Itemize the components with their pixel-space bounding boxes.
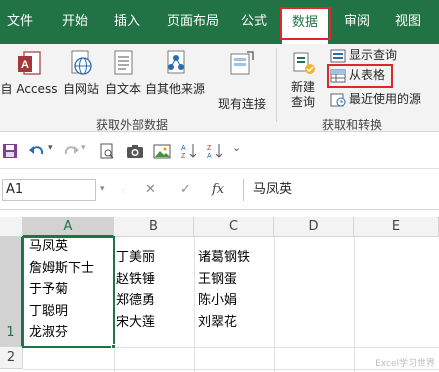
new-query-icon — [293, 52, 315, 74]
tab-file[interactable]: 文件 — [0, 8, 40, 36]
undo-icon[interactable] — [28, 142, 46, 160]
new-query-label-line1: 新建 — [290, 80, 315, 94]
column-header-b[interactable]: B — [114, 217, 194, 237]
cell-c1-line: 刘翠花 — [198, 314, 238, 330]
show-queries-icon — [330, 49, 346, 62]
cell-b1-line: 丁美丽 — [116, 250, 156, 265]
cell-b1-line: 郑德勇 — [116, 293, 156, 308]
tab-page-layout[interactable]: 页面布局 — [158, 8, 228, 36]
tab-insert[interactable]: 插入 — [104, 8, 150, 36]
from-other-sources-button[interactable]: 自其他来源 — [144, 48, 206, 97]
svg-text:Z: Z — [207, 145, 212, 152]
gridline — [274, 237, 275, 372]
svg-text:A: A — [207, 153, 212, 160]
from-web-label: 自网站 — [62, 82, 99, 96]
redo-dropdown-icon[interactable]: ▾ — [81, 143, 86, 161]
from-text-button[interactable]: 自文本 — [102, 48, 144, 97]
new-query-label-line2: 查询 — [290, 95, 315, 109]
from-access-button[interactable]: A 自 Access — [0, 48, 58, 97]
cell-b1[interactable]: 丁美丽 赵铁锤 郑德勇 宋大莲 — [116, 247, 155, 333]
worksheet-grid: A B C D E 1 2 马凤英 詹姆斯下士 于予菊 丁聪明 龙淑芬 丁美丽 … — [0, 217, 439, 372]
screenshot-icon[interactable] — [153, 142, 171, 160]
access-icon: A — [18, 51, 41, 75]
gridline — [354, 237, 355, 372]
cell-c1-line: 诸葛钢铁 — [198, 250, 251, 265]
quick-access-toolbar: ▾ ▾ A Z Z A ⌄ — [0, 133, 439, 169]
more-icon[interactable]: ⌄ — [232, 141, 241, 159]
group-separator — [276, 48, 277, 122]
existing-connections-button[interactable]: 现有连接 — [214, 48, 270, 112]
formula-bar-grip-icon: ⋮ — [121, 188, 125, 193]
name-box[interactable]: A1 — [2, 179, 96, 201]
existing-connections-label: 现有连接 — [217, 97, 266, 111]
tab-data[interactable]: 数据 — [282, 8, 328, 44]
camera-icon[interactable] — [126, 142, 144, 160]
gridline — [23, 369, 439, 370]
svg-text:A: A — [21, 59, 29, 71]
recent-sources-icon — [330, 93, 346, 106]
column-header-d[interactable]: D — [274, 217, 354, 237]
tab-review[interactable]: 审阅 — [336, 8, 378, 36]
watermark: Excel学习世界 — [375, 359, 435, 369]
column-header-a[interactable]: A — [23, 217, 114, 237]
sort-descending-icon[interactable]: Z A — [206, 142, 224, 160]
from-table-label: 从表格 — [349, 68, 386, 82]
select-all-corner[interactable] — [0, 217, 23, 237]
sort-ascending-icon[interactable]: A Z — [180, 142, 198, 160]
cell-c1-line: 王钢蛋 — [198, 271, 238, 287]
from-text-label: 自文本 — [104, 82, 141, 96]
svg-text:Z: Z — [181, 153, 186, 160]
tab-view[interactable]: 视图 — [388, 8, 428, 36]
name-box-dropdown-icon[interactable]: ▾ — [100, 184, 105, 194]
group-label-get-transform: 获取和转换 — [322, 118, 383, 132]
from-table-button[interactable]: 从表格 — [330, 66, 385, 84]
cell-c1-line: 陈小娟 — [198, 293, 238, 308]
from-other-sources-label: 自其他来源 — [144, 82, 205, 96]
tab-formulas[interactable]: 公式 — [232, 8, 276, 36]
from-web-button[interactable]: 自网站 — [59, 48, 103, 97]
cancel-icon[interactable]: ✕ — [145, 182, 156, 197]
tab-home[interactable]: 开始 — [50, 8, 100, 36]
svg-text:A: A — [181, 145, 186, 152]
ribbon-tab-bar: 文件 开始 插入 页面布局 公式 数据 审阅 视图 — [0, 0, 439, 44]
active-cell-border — [22, 236, 115, 348]
ribbon-body: A 自 Access 自网站 自文本 自其他来源 现有连接 获取外部数据 新建 … — [0, 44, 439, 132]
column-header-c[interactable]: C — [194, 217, 274, 237]
column-header-e[interactable]: E — [354, 217, 439, 237]
other-sources-icon — [167, 50, 185, 74]
show-queries-label: 显示查询 — [349, 48, 398, 62]
confirm-icon[interactable]: ✓ — [180, 182, 191, 197]
table-icon — [330, 69, 346, 82]
formula-input[interactable]: 马凤英 — [243, 179, 439, 201]
fill-handle[interactable] — [111, 344, 116, 349]
row-header-2[interactable]: 2 — [0, 347, 23, 369]
group-label-get-external-data: 获取外部数据 — [96, 118, 169, 132]
cell-b1-line: 赵铁锤 — [116, 271, 156, 287]
from-access-label: 自 Access — [0, 82, 58, 96]
row-header-1[interactable]: 1 — [0, 237, 23, 347]
cell-b1-line: 宋大莲 — [116, 314, 156, 330]
insert-function-icon[interactable]: fx — [212, 182, 224, 197]
save-icon[interactable] — [2, 142, 18, 160]
print-preview-icon[interactable] — [99, 142, 115, 160]
recent-sources-button[interactable]: 最近使用的源 — [330, 90, 421, 108]
recent-sources-label: 最近使用的源 — [349, 92, 422, 106]
show-queries-button[interactable]: 显示查询 — [330, 46, 397, 64]
formula-bar: A1 ▾ ⋮ ✕ ✓ fx 马凤英 — [0, 170, 439, 210]
new-query-button[interactable]: 新建 查询 — [281, 48, 325, 110]
gridline — [194, 237, 195, 372]
text-file-icon — [114, 50, 133, 75]
undo-dropdown-icon[interactable]: ▾ — [48, 143, 53, 161]
web-globe-icon — [71, 50, 92, 75]
existing-connections-icon — [230, 51, 254, 75]
redo-icon[interactable] — [62, 142, 80, 160]
cell-c1[interactable]: 诸葛钢铁 王钢蛋 陈小娟 刘翠花 — [198, 247, 250, 333]
